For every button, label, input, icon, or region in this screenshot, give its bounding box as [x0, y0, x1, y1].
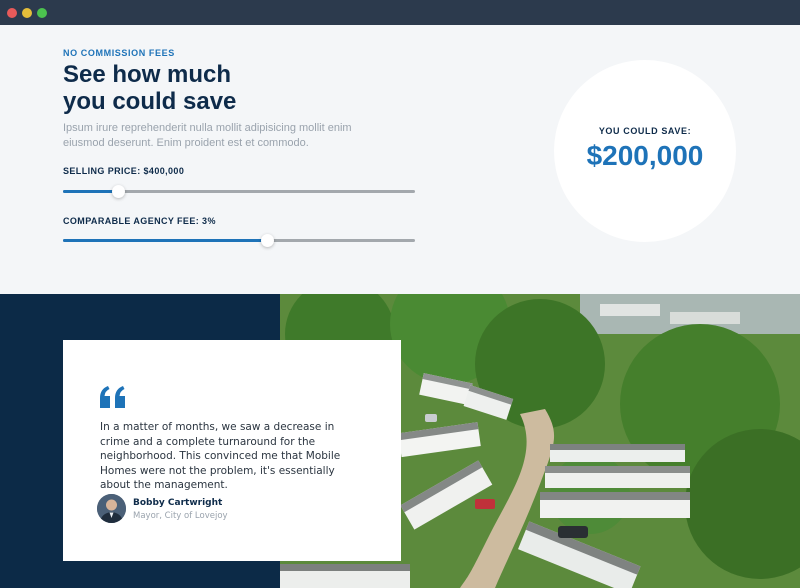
minimize-dot[interactable]	[22, 8, 32, 18]
selling-price-label: SELLING PRICE: $400,000	[63, 166, 185, 176]
testimonial-section: In a matter of months, we saw a decrease…	[0, 294, 800, 588]
testimonial-quote: In a matter of months, we saw a decrease…	[100, 421, 341, 491]
page-title-line-2: you could save	[63, 88, 237, 115]
testimonial-card: In a matter of months, we saw a decrease…	[63, 340, 401, 561]
maximize-dot[interactable]	[37, 8, 47, 18]
savings-circle: YOU COULD SAVE: $200,000	[554, 60, 736, 242]
page-title: See how much you could save	[63, 61, 393, 115]
author-name: Bobby Cartwright	[133, 498, 223, 508]
selling-price-slider-handle[interactable]	[111, 185, 125, 198]
selling-price-slider[interactable]	[63, 185, 415, 198]
eyebrow-label: NO COMMISSION FEES	[63, 48, 175, 58]
intro-text: Ipsum irure reprehenderit nulla mollit a…	[63, 122, 352, 149]
agency-fee-slider-handle[interactable]	[261, 234, 275, 247]
agency-fee-label: COMPARABLE AGENCY FEE: 3%	[63, 216, 216, 226]
window-titlebar	[0, 0, 800, 25]
author-title: Mayor, City of Lovejoy	[133, 511, 228, 521]
quote-icon	[100, 386, 125, 408]
author-avatar	[97, 494, 126, 523]
savings-label: YOU COULD SAVE:	[598, 126, 692, 136]
savings-calculator: NO COMMISSION FEES See how much you coul…	[0, 25, 800, 294]
agency-fee-slider-fill	[63, 239, 268, 242]
close-dot[interactable]	[7, 8, 17, 18]
selling-price-slider-fill	[63, 190, 118, 193]
savings-value: $200,000	[586, 140, 704, 171]
agency-fee-slider[interactable]	[63, 234, 415, 247]
page-title-line-1: See how much	[63, 61, 232, 88]
